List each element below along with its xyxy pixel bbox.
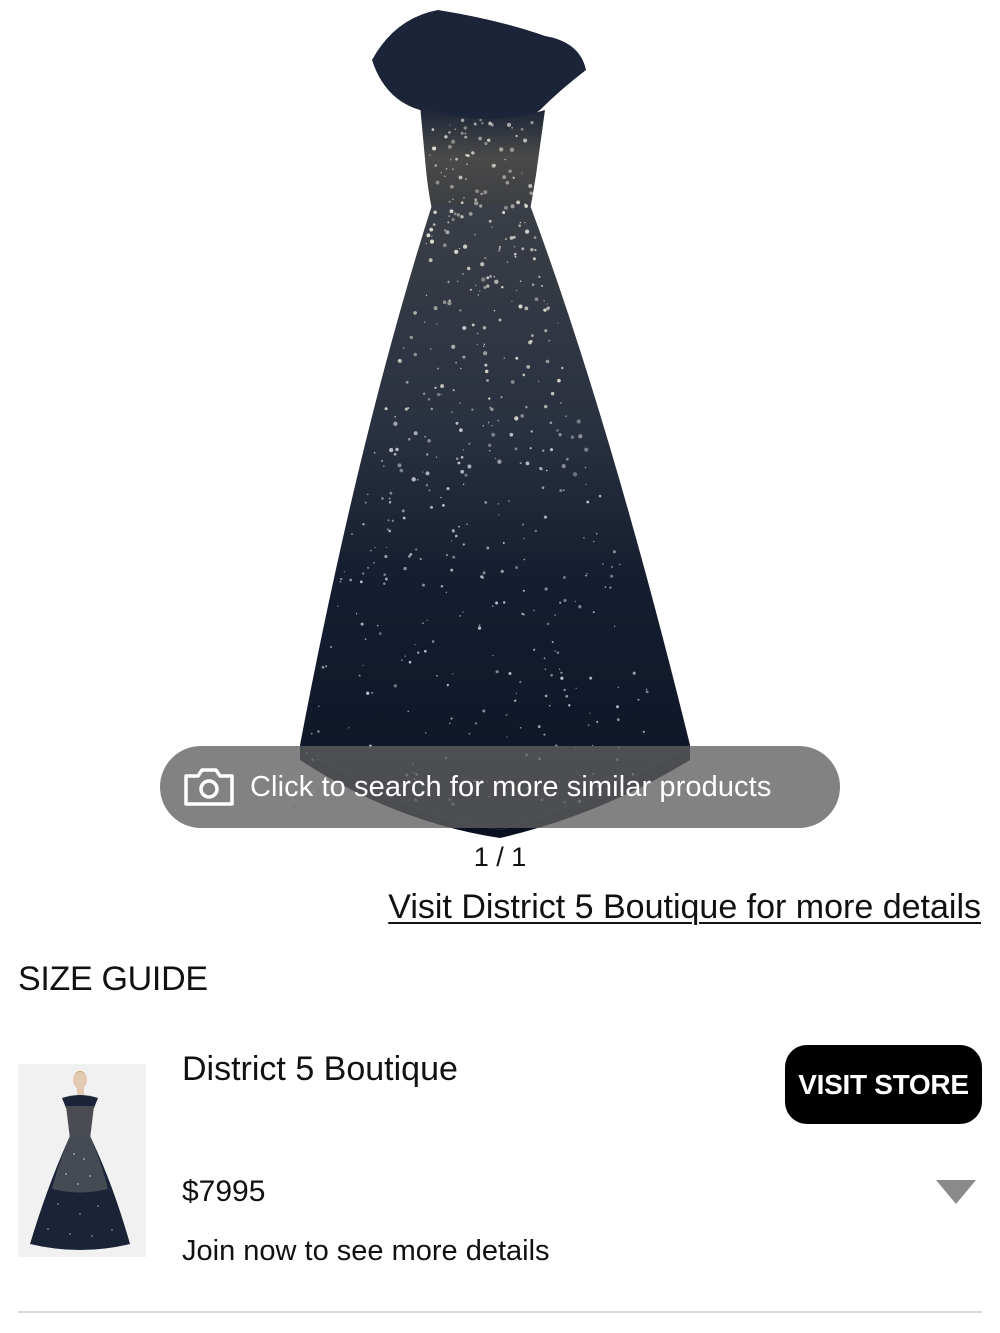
model-dress-thumbnail (18, 1064, 146, 1257)
visit-boutique-link[interactable]: Visit District 5 Boutique for more detai… (388, 888, 981, 927)
size-guide-link[interactable]: SIZE GUIDE (18, 960, 208, 999)
triangle-down-icon[interactable] (934, 1178, 978, 1206)
camera-icon (184, 768, 234, 806)
visual-search-label: Click to search for more similar product… (250, 770, 772, 803)
image-counter: 1 / 1 (473, 842, 527, 872)
divider (18, 1311, 982, 1313)
product-price: $7995 (182, 1175, 266, 1208)
visual-search-button[interactable]: Click to search for more similar product… (160, 746, 840, 828)
store-name: District 5 Boutique (182, 1050, 458, 1088)
product-image-gallery[interactable]: Click to search for more similar product… (0, 0, 1000, 840)
visit-store-button[interactable]: VISIT STORE (785, 1045, 982, 1124)
dress-image[interactable] (0, 0, 1000, 840)
product-thumbnail[interactable] (18, 1064, 146, 1257)
dress-body (300, 10, 690, 838)
join-prompt: Join now to see more details (182, 1235, 550, 1267)
